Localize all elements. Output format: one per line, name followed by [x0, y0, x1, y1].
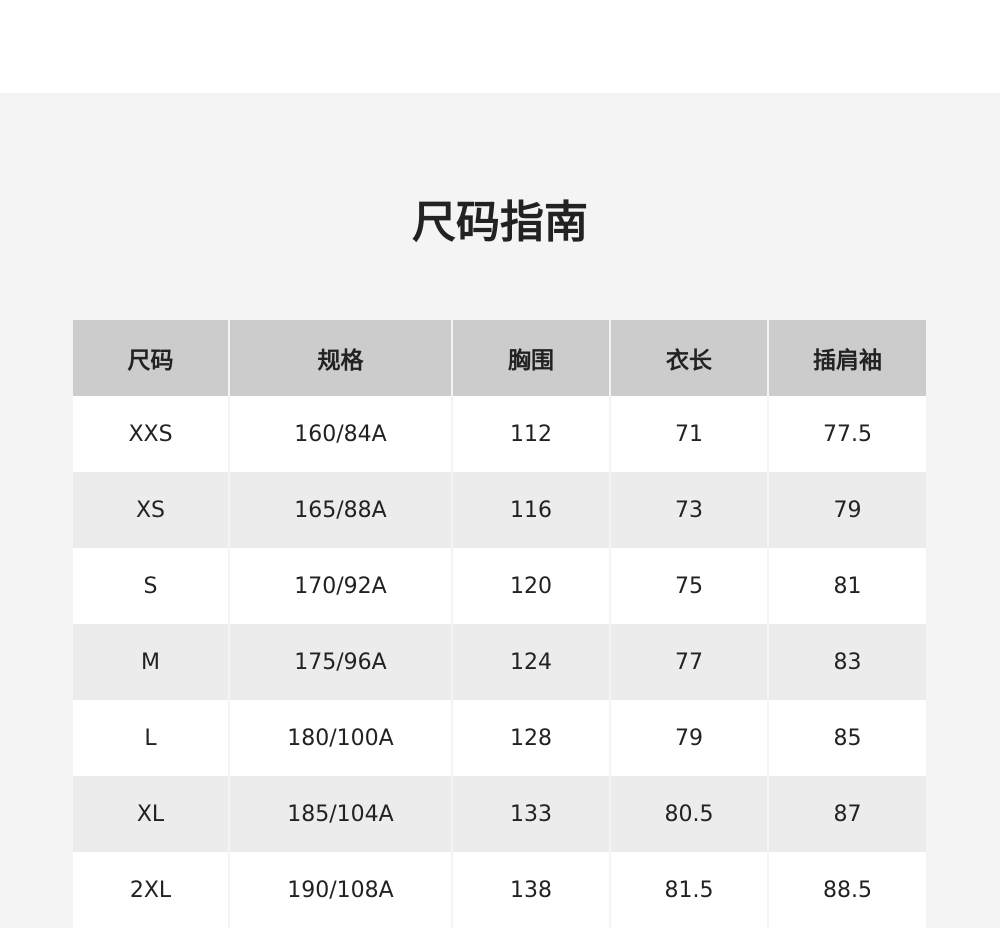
table-row: S 170/92A 120 75 81 [73, 548, 926, 624]
cell-length: 71 [609, 396, 768, 472]
cell-length: 73 [609, 472, 768, 548]
cell-size: XXS [128, 421, 173, 447]
cell-raglan-sleeve: 85 [767, 700, 926, 776]
cell-raglan-sleeve: 81 [767, 548, 926, 624]
cell-chest: 138 [451, 852, 610, 928]
cell-spec: 180/100A [228, 700, 452, 776]
table-row: M 175/96A 124 77 83 [73, 624, 926, 700]
size-chart-body: XXS 160/84A 112 71 77.5 XS 165/88A 116 7… [73, 396, 926, 928]
cell-chest: 112 [451, 396, 610, 472]
cell-spec: 185/104A [228, 776, 452, 852]
header-row: 尺码 规格 胸围 衣长 插肩袖 [73, 320, 926, 396]
cell-length: 77 [609, 624, 768, 700]
cell-raglan-sleeve: 79 [767, 472, 926, 548]
size-chart-table: 尺码 规格 胸围 衣长 插肩袖 XXS 160/84A 112 71 77.5 … [73, 320, 926, 928]
header-size: 尺码 [127, 348, 174, 374]
cell-spec: 170/92A [228, 548, 452, 624]
cell-raglan-sleeve: 88.5 [767, 852, 926, 928]
cell-spec: 175/96A [228, 624, 452, 700]
cell-length: 79 [609, 700, 768, 776]
cell-size: 2XL [129, 877, 172, 903]
cell-length: 80.5 [609, 776, 768, 852]
cell-chest: 128 [451, 700, 610, 776]
cell-raglan-sleeve: 87 [767, 776, 926, 852]
table-row: L 180/100A 128 79 85 [73, 700, 926, 776]
header-chest: 胸围 [451, 320, 610, 396]
top-white-band [0, 0, 1000, 93]
header-spec: 规格 [228, 320, 452, 396]
table-row: XXS 160/84A 112 71 77.5 [73, 396, 926, 472]
cell-spec: 165/88A [228, 472, 452, 548]
cell-raglan-sleeve: 77.5 [767, 396, 926, 472]
cell-spec: 190/108A [228, 852, 452, 928]
page-title: 尺码指南 [412, 197, 588, 248]
table-row: 2XL 190/108A 138 81.5 88.5 [73, 852, 926, 928]
table-row: XL 185/104A 133 80.5 87 [73, 776, 926, 852]
cell-chest: 120 [451, 548, 610, 624]
table-row: XS 165/88A 116 73 79 [73, 472, 926, 548]
cell-size: S [143, 573, 158, 599]
cell-length: 75 [609, 548, 768, 624]
size-guide-panel: 尺码指南 尺码 规格 胸围 衣长 插肩袖 XXS 160/84A 112 71 … [0, 93, 1000, 928]
cell-size: L [144, 725, 157, 751]
cell-size: XL [136, 801, 165, 827]
size-chart-header: 尺码 规格 胸围 衣长 插肩袖 [73, 320, 926, 396]
cell-size: XS [135, 497, 166, 523]
cell-length: 81.5 [609, 852, 768, 928]
cell-chest: 133 [451, 776, 610, 852]
header-length: 衣长 [609, 320, 768, 396]
cell-chest: 124 [451, 624, 610, 700]
cell-spec: 160/84A [228, 396, 452, 472]
cell-size: M [141, 649, 160, 675]
cell-chest: 116 [451, 472, 610, 548]
cell-raglan-sleeve: 83 [767, 624, 926, 700]
header-raglan-sleeve: 插肩袖 [767, 320, 926, 396]
